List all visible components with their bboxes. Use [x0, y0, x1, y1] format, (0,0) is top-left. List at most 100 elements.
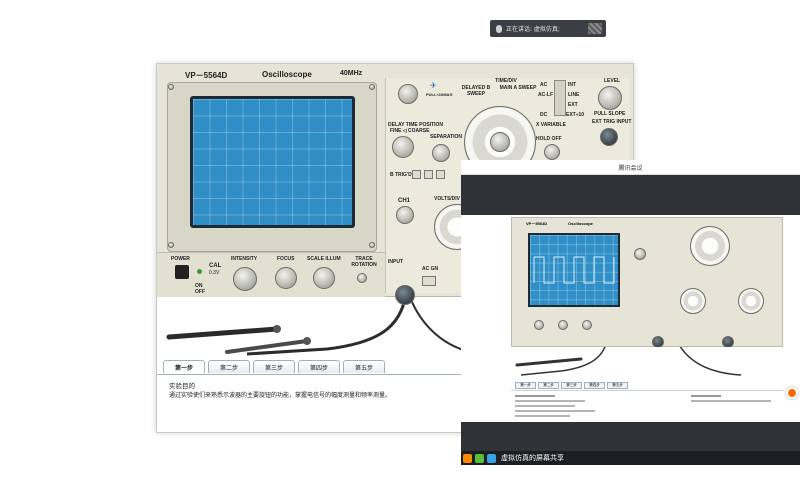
- main-a-sweep-label: MAIN A SWEEP: [499, 85, 537, 91]
- mini-tab: 第二步: [538, 382, 559, 389]
- mini-tab: 第四步: [584, 382, 605, 389]
- mini-volts-div-dial-ch2: [738, 288, 764, 314]
- probe-clip-icon: [273, 325, 281, 333]
- ext-label: EXT: [568, 102, 578, 108]
- ext-trig-connector[interactable]: [600, 128, 618, 146]
- intensity-knob[interactable]: [233, 267, 257, 291]
- mini-text-lines: [515, 395, 771, 417]
- mini-oscilloscope: VP－5564D Oscilloscope: [511, 217, 783, 348]
- step-tabs: 第一步 第二步 第三步 第四步 第五步: [163, 360, 385, 374]
- tab-step-5[interactable]: 第五步: [343, 360, 385, 373]
- tencent-meeting-badge-icon[interactable]: [786, 387, 798, 399]
- pull-slope-label: PULL SLOPE: [594, 111, 626, 117]
- instruction-text: 通过实验使们来熟悉示波器的主要旋钮的功能，掌握电信号的幅度测量和频率测量。: [169, 392, 392, 399]
- intensity-label: INTENSITY: [231, 256, 258, 262]
- probe-body: [166, 326, 280, 340]
- tab-step-1[interactable]: 第一步: [163, 360, 205, 373]
- mini-side-panel: [783, 217, 797, 382]
- mini-title-label: Oscilloscope: [568, 221, 593, 226]
- coupling-switch[interactable]: [554, 80, 566, 116]
- fine-coarse-label: FINE ◁ COARSE: [390, 128, 430, 134]
- mini-knob: [558, 320, 568, 330]
- mini-knob: [534, 320, 544, 330]
- oscilloscope-title: Oscilloscope: [262, 70, 312, 79]
- avatar: [588, 23, 602, 34]
- mini-tab: 第一步: [515, 382, 536, 389]
- focus-knob[interactable]: [275, 267, 297, 289]
- ch1-position-knob[interactable]: [396, 206, 414, 224]
- mini-knob: [634, 248, 646, 260]
- ac-lf-label: AC-LF: [538, 92, 553, 98]
- time-variable-knob[interactable]: [490, 132, 510, 152]
- dc-label: DC: [540, 112, 548, 118]
- cal-label: CAL: [209, 263, 222, 269]
- model-label: VP－5564D: [185, 71, 228, 80]
- separation-knob[interactable]: [432, 144, 450, 162]
- screw-icon: [168, 84, 174, 90]
- mini-probe-drawing: [515, 340, 742, 376]
- presenter-icon: [463, 453, 472, 463]
- mini-crt-screen: [528, 233, 620, 307]
- ac-gnd-switch[interactable]: [422, 276, 436, 286]
- tab-step-3[interactable]: 第三步: [253, 360, 295, 373]
- power-label: POWER: [171, 256, 190, 262]
- focus-label: FOCUS: [277, 256, 295, 262]
- screw-icon: [369, 84, 375, 90]
- share-letterbox-bottom: [461, 422, 800, 451]
- delay-time-knob[interactable]: [392, 136, 414, 158]
- int-label: INT: [568, 82, 577, 88]
- mini-tab: 第三步: [561, 382, 582, 389]
- hold-off-label: HOLD OFF: [536, 136, 562, 142]
- mini-probe-area: [511, 340, 783, 382]
- scale-illum-label: SCALE ILLUM: [307, 256, 341, 262]
- speaking-text: 正在讲话: 虚拟仿真;: [506, 26, 560, 33]
- screen-share-icon: [475, 453, 484, 463]
- tab-step-2[interactable]: 第二步: [208, 360, 250, 373]
- position-knob[interactable]: [398, 84, 418, 104]
- ch1-label: CH1: [398, 198, 411, 204]
- trace-rotation-screw[interactable]: [357, 273, 367, 283]
- mini-time-div-dial: [690, 226, 730, 266]
- mini-tab: 第五步: [607, 382, 628, 389]
- mini-step-tabs: 第一步 第二步 第三步 第四步 第五步: [515, 382, 628, 389]
- share-letterbox-top: [461, 175, 800, 215]
- share-window-title: 腾讯会议: [461, 160, 800, 175]
- ac-label: AC: [540, 82, 548, 88]
- download-icon: [487, 453, 496, 463]
- scale-illum-knob[interactable]: [313, 267, 335, 289]
- input-label: INPUT: [388, 259, 403, 265]
- mini-knob: [582, 320, 592, 330]
- mini-instruction-area: [511, 390, 783, 422]
- screw-icon: [369, 242, 375, 248]
- ch1-input-connector[interactable]: [395, 285, 415, 305]
- pull-x10mag-label: PULL×10MAG: [426, 92, 453, 97]
- square-wave-trace: [533, 256, 615, 284]
- shared-screen-content: VP－5564D Oscilloscope 第一步 第二步 第三步 第四步 第五…: [461, 215, 800, 422]
- ext-10-label: EXT÷10: [566, 112, 585, 118]
- time-div-label: TIME/DIV: [495, 78, 517, 84]
- b-trig-button[interactable]: [412, 170, 421, 179]
- ext-trig-input-label: EXT TRIG INPUT: [592, 119, 632, 125]
- line-label: LINE: [568, 92, 580, 98]
- b-trig-button[interactable]: [424, 170, 433, 179]
- b-trig-button[interactable]: [436, 170, 445, 179]
- mini-volts-div-dial: [680, 288, 706, 314]
- screw-icon: [168, 242, 174, 248]
- x-variable-label: X VARIABLE: [536, 122, 566, 128]
- screen-share-window: 腾讯会议 VP－5564D Oscilloscope 第一步 第二步 第三步 第…: [461, 160, 800, 465]
- power-button[interactable]: [175, 265, 189, 279]
- display-controls: POWER ON OFF CAL 0.3V INTENSITY FOCUS SC…: [157, 252, 385, 297]
- power-led: [197, 269, 202, 274]
- delayed-b-sweep-label: DELAYED B SWEEP: [461, 85, 491, 97]
- trace-rotation-label: TRACE ROTATION: [351, 256, 377, 268]
- b-trig-label: B TRIG'D: [390, 172, 412, 178]
- tab-step-4[interactable]: 第四步: [298, 360, 340, 373]
- separation-label: SEPARATION: [430, 134, 463, 140]
- ac-gnd-label: AC GN: [422, 266, 439, 272]
- level-knob[interactable]: [598, 86, 622, 110]
- volts-div-label: VOLTS/DIV: [434, 196, 461, 202]
- hold-off-knob[interactable]: [544, 144, 560, 160]
- microphone-icon: [496, 24, 502, 33]
- crt-screen: [190, 96, 355, 228]
- bandwidth-label: 40MHz: [340, 70, 363, 77]
